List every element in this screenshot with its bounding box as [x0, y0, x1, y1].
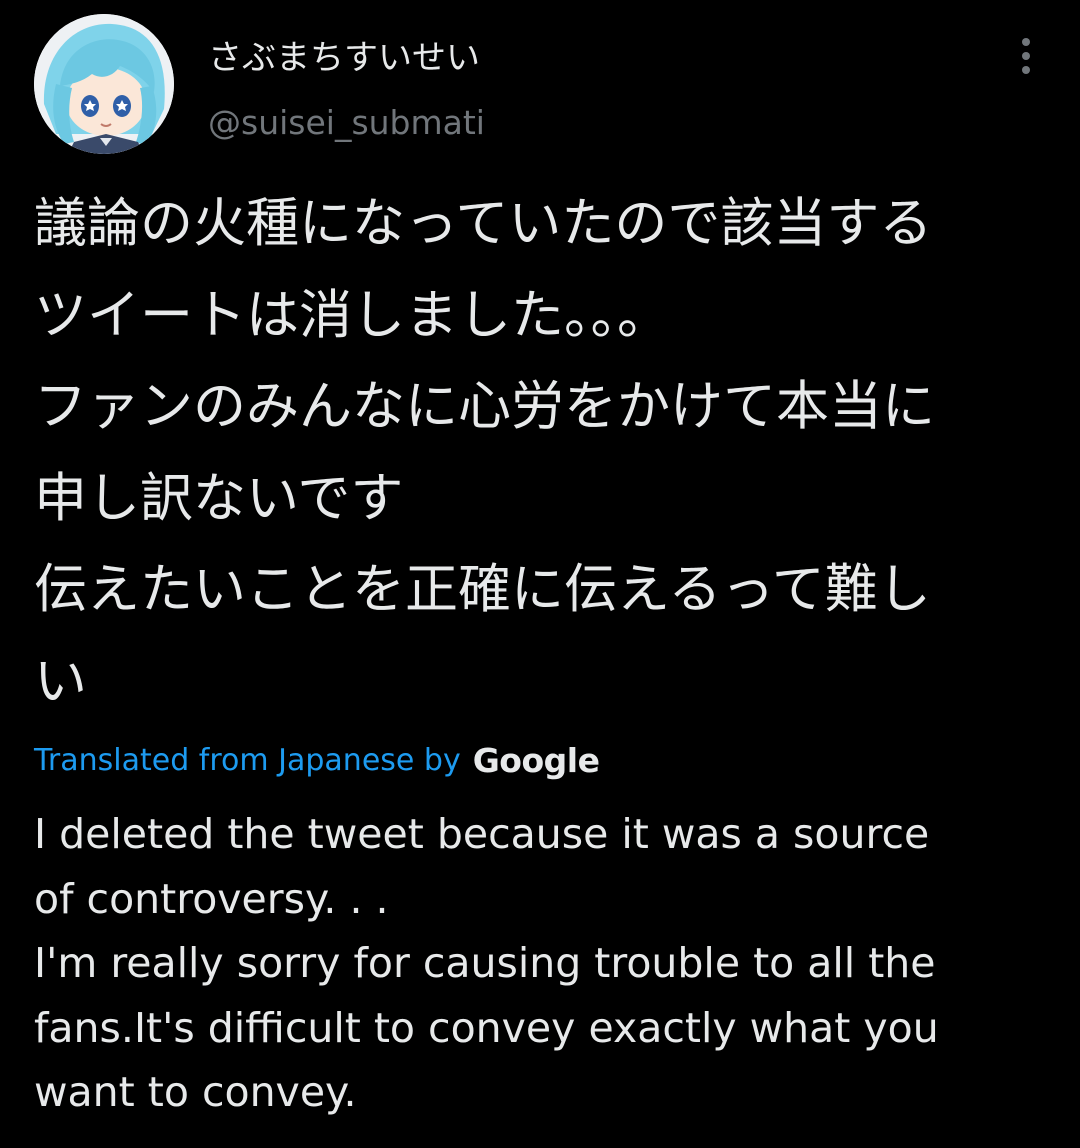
tweet-text-line: ツイートは消しました。。。 [34, 284, 670, 346]
tweet: さぶまちすいせい @suisei_submati 議論の火種になっていたので該当… [0, 0, 1080, 1148]
translated-text-line: I'm really sorry for causing trouble to … [34, 939, 936, 987]
translated-text-line: fans.It's difficult to convey exactly wh… [34, 1003, 939, 1052]
tweet-text-line: 伝えたいことを正確に伝えるって難し [34, 559, 931, 620]
more-options-button[interactable] [1004, 34, 1048, 78]
translated-text-line: of controversy. . . [34, 874, 389, 923]
avatar[interactable] [34, 14, 174, 154]
tweet-text-line: 議論の火種になっていたので該当する [34, 193, 933, 254]
avatar-image [34, 14, 174, 154]
more-options-icon [1022, 38, 1030, 74]
google-logo: Google [472, 740, 600, 780]
translation-label-link[interactable]: Translated from Japanese by [34, 743, 461, 778]
translated-text-line: I deleted the tweet because it was a sou… [34, 810, 930, 858]
translation-attribution: Translated from Japanese by Google [34, 736, 600, 784]
tweet-text: 議論の火種になっていたので該当する ツイートは消しました。。。 ファンのみんなに… [34, 178, 1034, 727]
tweet-text-line: 申し訳ないです [34, 467, 404, 529]
translated-text: I deleted the tweet because it was a sou… [34, 802, 1054, 1125]
author-handle[interactable]: @suisei_submati [208, 101, 485, 145]
tweet-text-line: ファンのみんなに心労をかけて本当に [34, 376, 935, 437]
tweet-text-line: い [34, 650, 87, 712]
translated-text-line: want to convey. [34, 1068, 357, 1116]
author-display-name[interactable]: さぶまちすいせい [208, 36, 480, 80]
